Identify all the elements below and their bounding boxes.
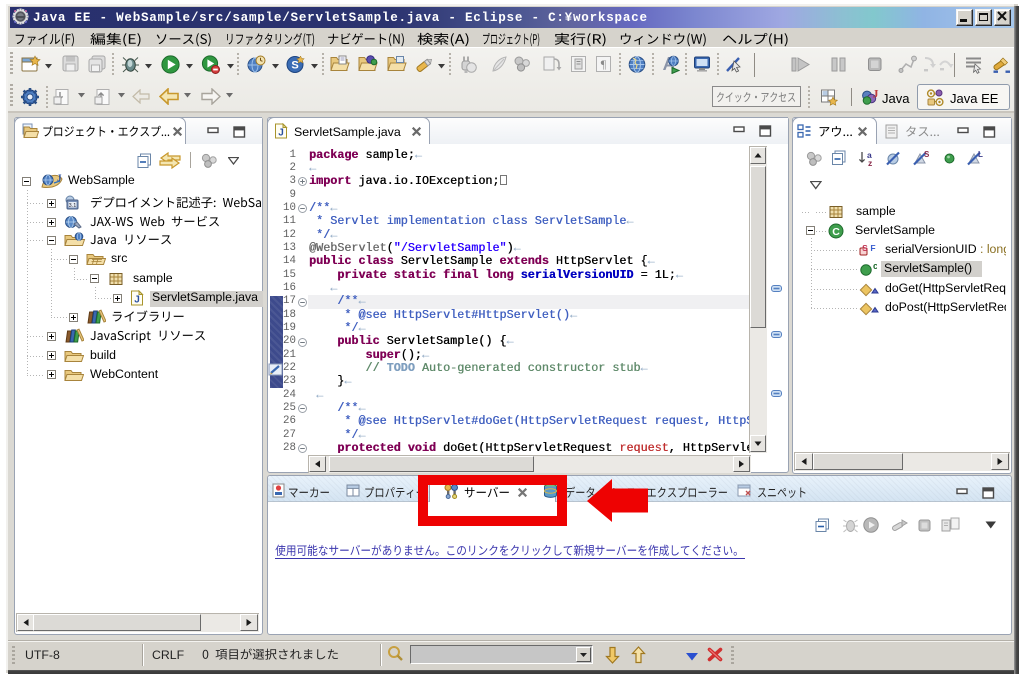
svg-text:L: L (978, 150, 983, 159)
svg-text:F: F (870, 243, 875, 253)
svg-text:S: S (291, 60, 298, 72)
svg-text:J: J (278, 128, 284, 139)
svg-text:J: J (134, 295, 140, 306)
svg-text:S: S (862, 243, 868, 253)
svg-text:3.1: 3.1 (69, 203, 77, 209)
svg-text:c: c (873, 261, 877, 271)
svg-text:C: C (832, 226, 840, 238)
svg-text:J: J (873, 88, 879, 101)
svg-text:z: z (868, 158, 872, 167)
svg-text:S: S (924, 150, 930, 159)
svg-text:J: J (57, 173, 62, 183)
svg-text:¶: ¶ (601, 57, 607, 71)
